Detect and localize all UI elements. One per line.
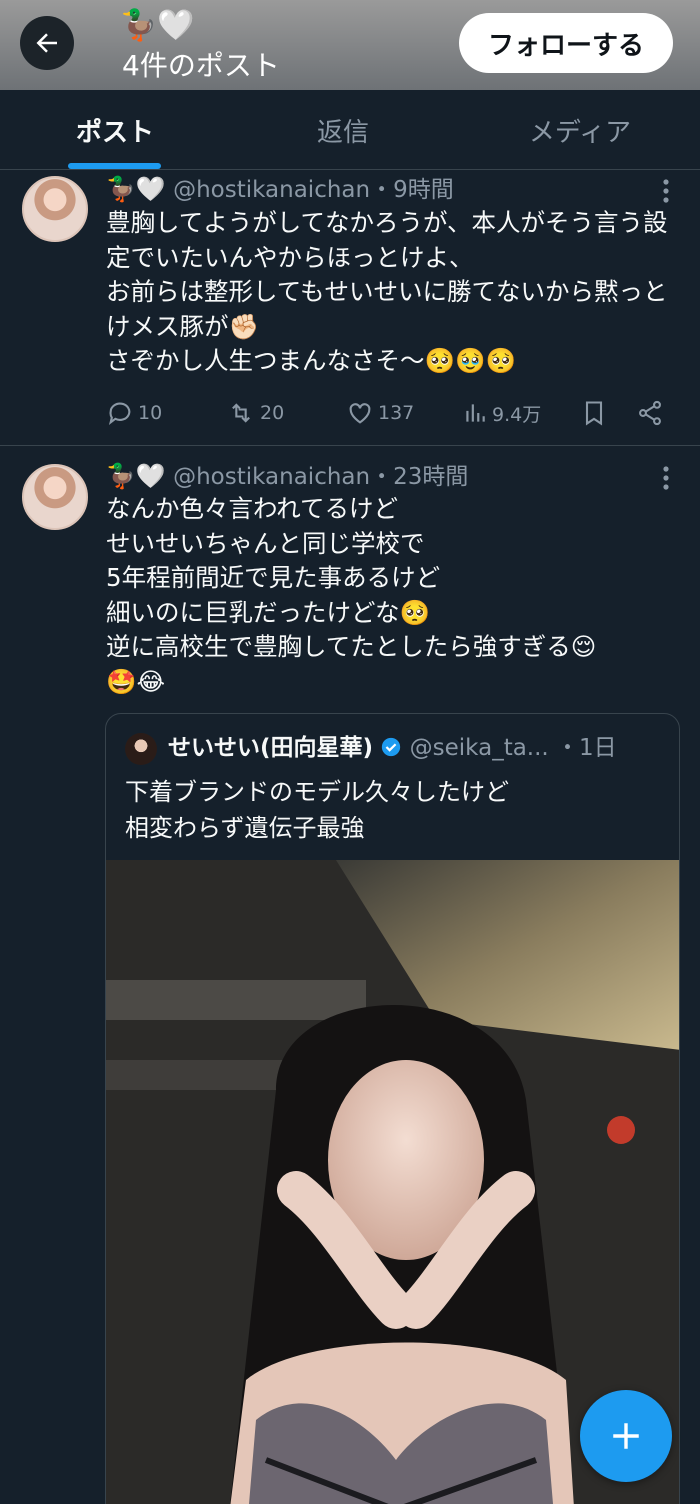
avatar[interactable] — [22, 464, 88, 530]
handle[interactable]: @hostikanaichan — [173, 177, 370, 203]
timestamp[interactable]: ・23時間 — [370, 464, 468, 490]
more-icon[interactable] — [660, 463, 672, 493]
action-bar: 10 20 137 9.4万 — [106, 393, 666, 433]
timestamp[interactable]: ・9時間 — [370, 177, 454, 203]
like-icon — [349, 403, 371, 424]
tab-posts[interactable]: ポスト — [40, 90, 190, 170]
bookmark-icon — [585, 401, 603, 426]
profile-tabs: ポスト 返信 メディア — [0, 90, 700, 170]
share-button[interactable] — [636, 393, 668, 433]
bookmark-button[interactable] — [580, 393, 612, 433]
profile-header: 🦆🤍 4件のポスト フォローする — [0, 0, 700, 90]
repost-icon — [232, 403, 250, 423]
repost-button[interactable]: 20 — [226, 393, 284, 433]
share-icon — [639, 400, 661, 426]
post-meta: 🦆🤍 @hostikanaichan・9時間 — [106, 172, 454, 207]
post[interactable]: 🦆🤍 @hostikanaichan・23時間 なんか色々言われてるけど せいせ… — [0, 446, 700, 1504]
like-button[interactable]: 137 — [346, 393, 414, 433]
avatar[interactable] — [22, 176, 88, 242]
display-name[interactable]: 🦆🤍 — [106, 462, 166, 490]
tab-media[interactable]: メディア — [495, 90, 665, 170]
like-count: 137 — [378, 402, 415, 424]
profile-display-name: 🦆🤍 — [120, 8, 195, 43]
active-tab-indicator — [68, 163, 161, 169]
verified-badge-icon — [382, 737, 401, 757]
reply-button[interactable]: 10 — [106, 393, 162, 433]
post[interactable]: 🦆🤍 @hostikanaichan・9時間 豊胸してようがしてなかろうが、本人… — [0, 170, 700, 446]
handle[interactable]: @hostikanaichan — [173, 464, 370, 490]
reply-icon — [108, 402, 131, 425]
compose-plus-icon — [613, 1423, 639, 1449]
repost-count: 20 — [260, 402, 285, 424]
display-name[interactable]: 🦆🤍 — [106, 175, 166, 203]
quoted-timestamp[interactable]: ・1日 — [556, 735, 617, 761]
quoted-post[interactable]: せいせい(田向星華) @seika_ta... ・1日 下着ブランドのモデル久々… — [105, 713, 680, 1504]
quoted-display-name[interactable]: せいせい(田向星華) — [168, 735, 373, 761]
reply-count: 10 — [138, 402, 163, 424]
follow-button[interactable]: フォローする — [459, 13, 673, 73]
compose-button[interactable] — [580, 1390, 672, 1482]
view-count: 9.4万 — [492, 403, 542, 426]
views-button[interactable]: 9.4万 — [462, 393, 541, 433]
quoted-avatar[interactable] — [125, 733, 157, 765]
back-button[interactable] — [20, 16, 74, 70]
post-text: 豊胸してようがしてなかろうが、本人がそう言う設定でいたいんやからほっとけよ、 お… — [106, 208, 668, 375]
quoted-post-meta: せいせい(田向星華) @seika_ta... ・1日 — [168, 730, 617, 766]
post-text: なんか色々言われてるけど せいせいちゃんと同じ学校で 5年程前間近で見た事あるけ… — [106, 494, 597, 696]
views-icon — [466, 404, 485, 422]
quoted-handle[interactable]: @seika_ta... — [410, 735, 549, 761]
post-meta: 🦆🤍 @hostikanaichan・23時間 — [106, 459, 468, 494]
more-icon[interactable] — [660, 176, 672, 206]
post-count: 4件のポスト — [122, 49, 280, 82]
quoted-post-text: 下着ブランドのモデル久々したけど 相変わらず遺伝子最強 — [125, 778, 509, 842]
back-arrow-icon — [36, 33, 57, 53]
tab-replies[interactable]: 返信 — [268, 90, 418, 170]
